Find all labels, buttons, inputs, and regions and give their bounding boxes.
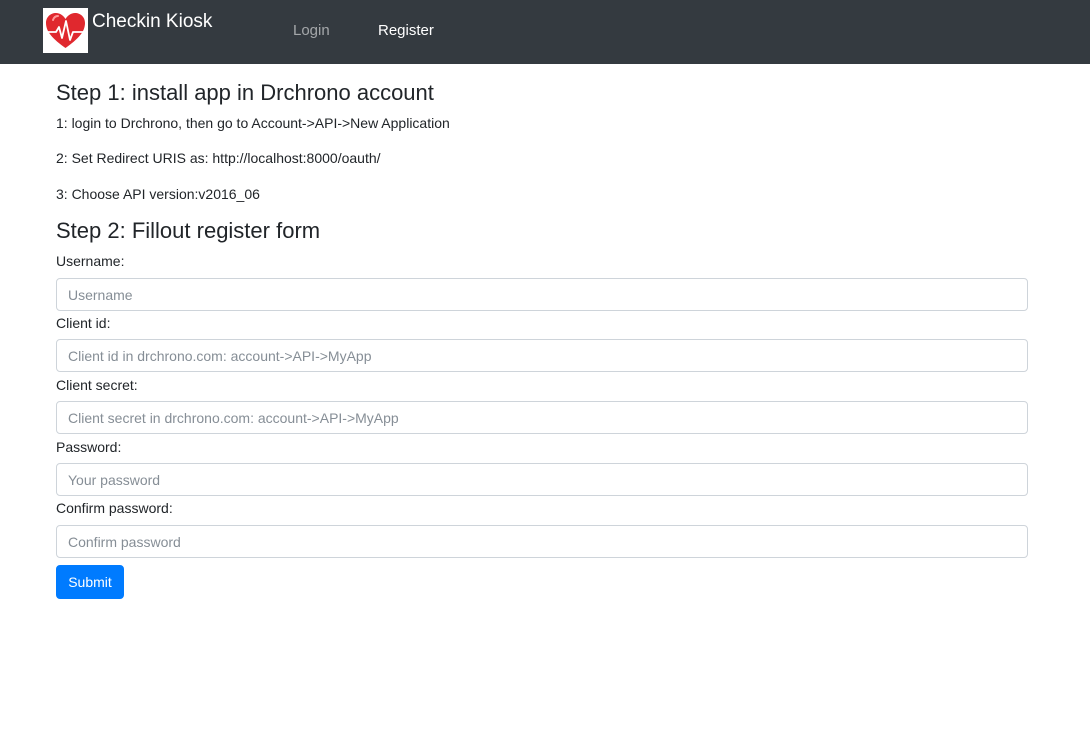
client-secret-input[interactable] (56, 401, 1028, 434)
step1-instruction-2: 2: Set Redirect URIS as: http://localhos… (56, 150, 381, 166)
confirm-password-input[interactable] (56, 525, 1028, 558)
client-id-label: Client id: (56, 315, 111, 331)
username-input[interactable] (56, 278, 1028, 311)
top-navbar: Checkin Kiosk Login Register (0, 0, 1090, 64)
nav-register-link[interactable]: Register (378, 22, 434, 40)
step2-title: Step 2: Fillout register form (56, 218, 321, 243)
password-input[interactable] (56, 463, 1028, 496)
submit-button[interactable]: Submit (56, 565, 124, 599)
password-label: Password: (56, 439, 122, 455)
step1-instruction-1: 1: login to Drchrono, then go to Account… (56, 115, 450, 131)
client-secret-label: Client secret: (56, 377, 138, 393)
username-label: Username: (56, 253, 125, 269)
confirm-password-label: Confirm password: (56, 500, 173, 516)
step1-title: Step 1: install app in Drchrono account (56, 80, 434, 105)
heart-pulse-icon[interactable] (43, 8, 88, 53)
nav-login-link[interactable]: Login (293, 22, 330, 40)
brand-name[interactable]: Checkin Kiosk (92, 10, 212, 34)
step1-instruction-3: 3: Choose API version:v2016_06 (56, 186, 260, 202)
client-id-input[interactable] (56, 339, 1028, 372)
